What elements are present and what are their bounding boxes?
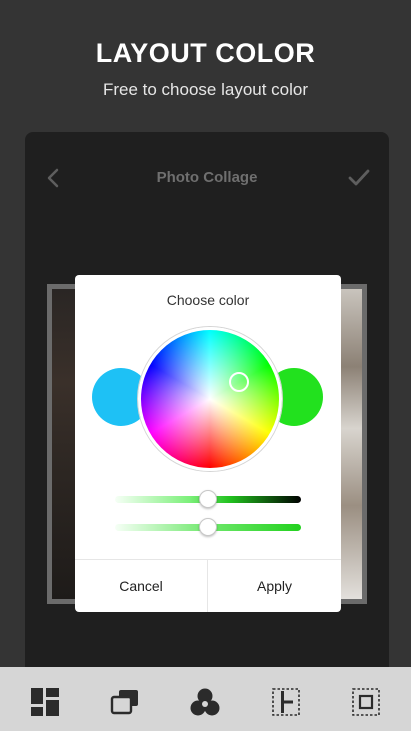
dialog-title: Choose color <box>166 292 250 308</box>
cancel-button[interactable]: Cancel <box>75 560 207 612</box>
check-icon[interactable] <box>347 166 371 190</box>
color-wheel-selector[interactable] <box>229 372 249 392</box>
frame-margin-icon[interactable] <box>351 687 381 717</box>
hero-subtitle: Free to choose layout color <box>102 80 309 99</box>
apply-button[interactable]: Apply <box>208 560 341 612</box>
saturation-slider-thumb[interactable] <box>199 518 217 536</box>
border-width-icon[interactable] <box>271 687 301 717</box>
overlap-frames-icon[interactable] <box>110 687 140 717</box>
color-picker-dialog: Choose color Cancel Apply <box>75 275 341 612</box>
app-title: Photo Collage <box>156 169 258 186</box>
color-circles-icon[interactable] <box>190 687 220 717</box>
bottom-toolbar <box>0 667 411 731</box>
app-header: Photo Collage <box>25 132 389 224</box>
hero-title: LAYOUT COLOR <box>95 38 316 68</box>
color-wheel[interactable] <box>138 327 282 471</box>
brightness-slider-thumb[interactable] <box>199 490 217 508</box>
layout-grid-icon[interactable] <box>30 687 60 717</box>
